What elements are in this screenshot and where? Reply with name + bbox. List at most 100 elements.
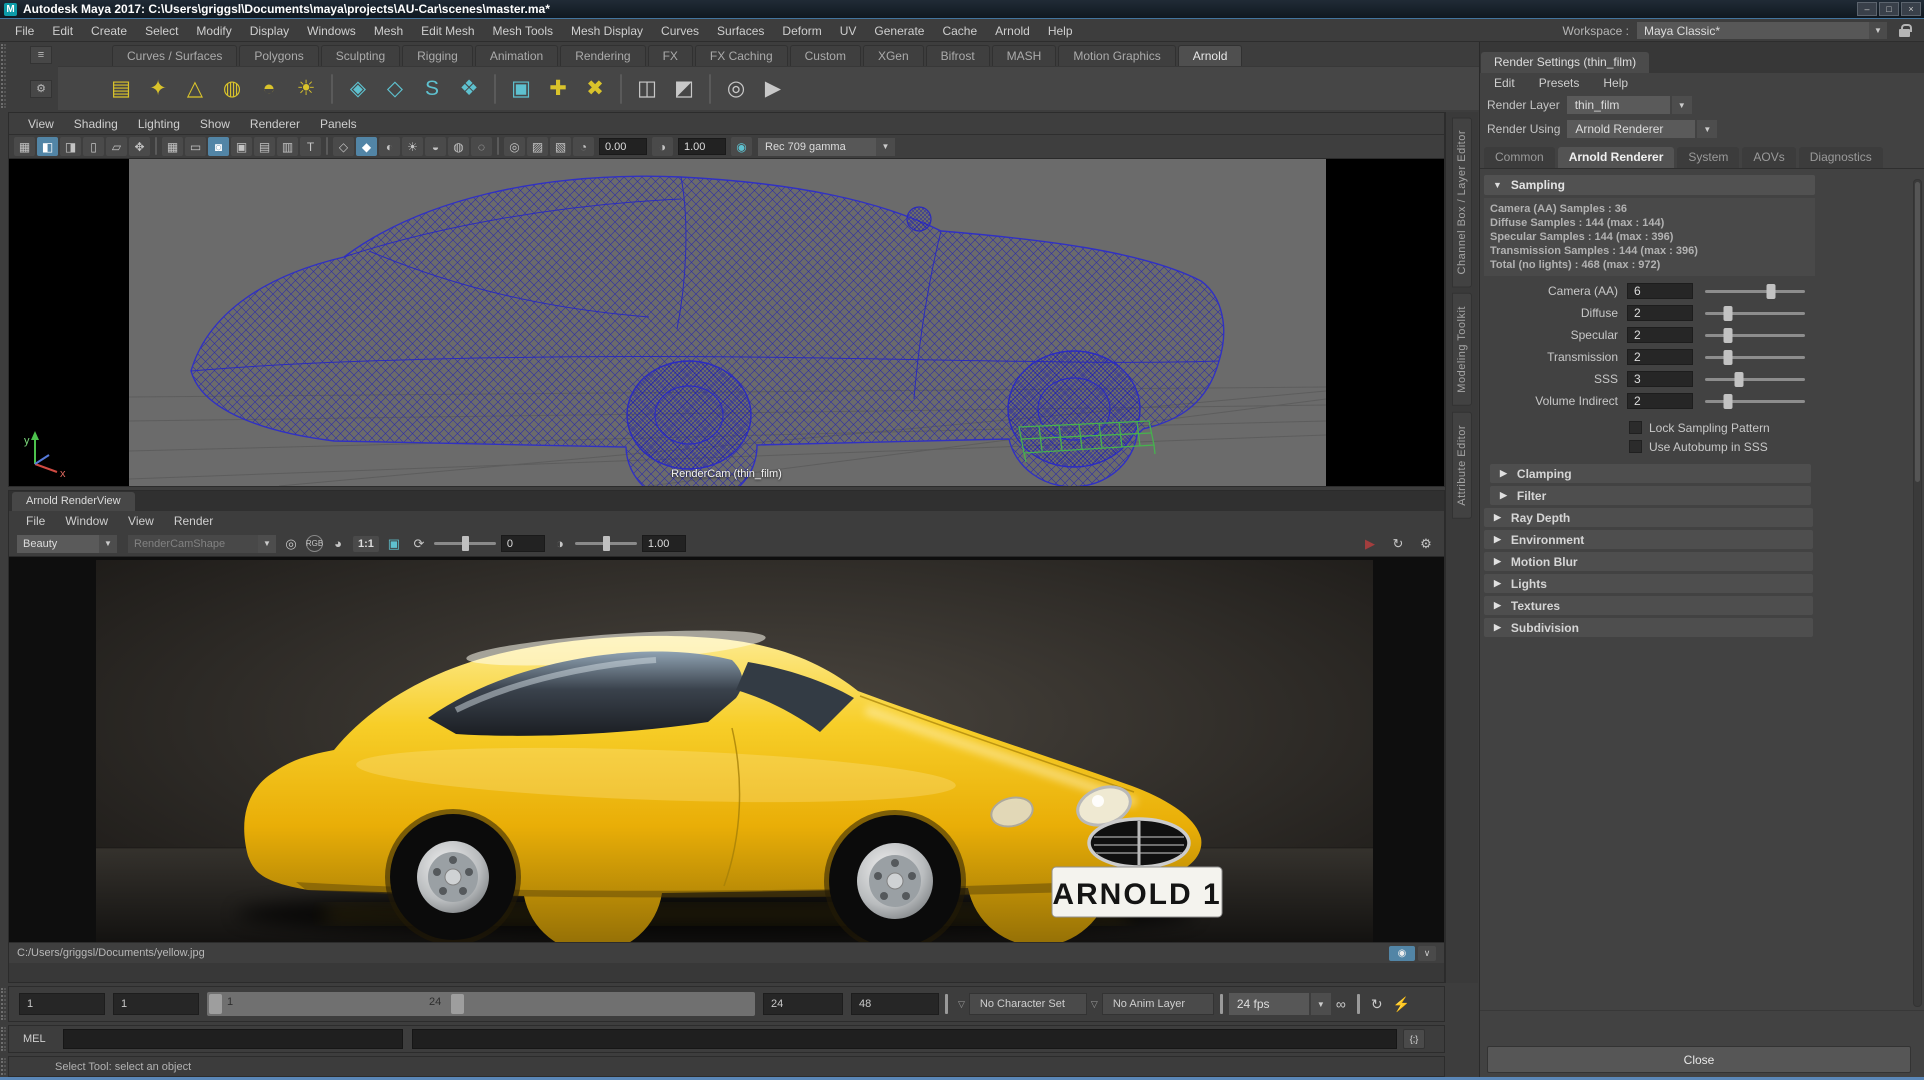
exposure-icon[interactable]: ◔ (573, 137, 594, 156)
bookmark-icon[interactable]: ▯ (83, 137, 104, 156)
shelf-tab[interactable]: Custom (789, 45, 861, 66)
render-settings-menu-item[interactable]: Presets (1529, 76, 1590, 90)
mel-toggle-button[interactable]: MEL (23, 1033, 63, 1045)
lights-icon[interactable]: ☀ (402, 137, 423, 156)
playback-speed-handle[interactable] (945, 994, 948, 1014)
anim-layer-selector[interactable]: No Anim Layer (1101, 993, 1214, 1015)
snapshot-icon[interactable]: ◎ (281, 534, 301, 553)
safe-title-icon[interactable]: T (300, 137, 321, 156)
safe-action-icon[interactable]: ▥ (277, 137, 298, 156)
menu-item[interactable]: Arnold (986, 24, 1039, 38)
collapsed-section-header[interactable]: ▶ Ray Depth (1484, 508, 1813, 527)
slider-value-field[interactable]: 2 (1627, 393, 1693, 409)
viewport-menu-item[interactable]: Panels (311, 117, 366, 131)
ambient-occlusion-icon[interactable]: ◍ (448, 137, 469, 156)
skydome-light-icon[interactable]: ◍ (215, 72, 249, 106)
shaded-icon[interactable]: ◆ (356, 137, 377, 156)
mesh-light-icon[interactable]: ◓ (252, 72, 286, 106)
shelf-tab[interactable]: Sculpting (320, 45, 401, 66)
standin-icon[interactable]: ◇ (378, 72, 412, 106)
viewport-gamma-field[interactable]: 1.00 (678, 138, 726, 155)
slider-thumb[interactable] (1723, 327, 1733, 343)
menu-item[interactable]: Curves (652, 24, 708, 38)
area-light-icon[interactable]: ▤ (104, 72, 138, 106)
chevron-down-icon[interactable]: ▼ (258, 534, 276, 553)
slider-track[interactable] (1705, 305, 1805, 321)
shelf-menu-button[interactable]: ≡ (30, 46, 52, 64)
slider-track[interactable] (1705, 327, 1805, 343)
point-light-icon[interactable]: ✦ (141, 72, 175, 106)
mel-output-field[interactable] (412, 1029, 1397, 1049)
viewport-menu-item[interactable]: Lighting (129, 117, 189, 131)
shelf-tab[interactable]: Bifrost (925, 45, 990, 66)
renderview-menu-item[interactable]: File (17, 514, 54, 528)
viewport-canvas[interactable]: y x RenderCam (thin_film) (9, 159, 1444, 486)
spot-light-icon[interactable]: △ (178, 72, 212, 106)
gamma-icon[interactable]: ◑ (652, 137, 673, 156)
menu-item[interactable]: Edit Mesh (412, 24, 483, 38)
isolate-select-icon[interactable]: ◎ (504, 137, 525, 156)
menu-item[interactable]: Cache (933, 24, 986, 38)
collapsed-section-header[interactable]: ▶ Textures (1484, 596, 1813, 615)
animation-end-field[interactable]: 48 (851, 993, 939, 1015)
start-ipr-icon[interactable]: ▶ (1360, 534, 1380, 553)
shelf-drag-handle[interactable] (1, 44, 6, 108)
chevron-down-icon[interactable]: ▼ (876, 137, 895, 156)
timeline-drag-handle[interactable] (1, 988, 6, 1020)
menu-item[interactable]: Mesh Tools (484, 24, 562, 38)
slider-thumb[interactable] (1723, 349, 1733, 365)
minimize-button[interactable]: – (1857, 2, 1877, 16)
shelf-tab[interactable]: Animation (474, 45, 559, 66)
flush-cache-icon[interactable]: ✖ (578, 72, 612, 106)
title-bar[interactable]: M Autodesk Maya 2017: C:\Users\griggsl\D… (0, 0, 1924, 19)
renderview-exposure-field[interactable]: 0 (500, 535, 545, 552)
mel-input-field[interactable] (63, 1029, 403, 1049)
menu-item[interactable]: Help (1039, 24, 1082, 38)
textured-icon[interactable]: ◐ (379, 137, 400, 156)
rgb-channels-icon[interactable]: RGB (306, 535, 323, 552)
animation-preferences-icon[interactable]: ⚡ (1393, 996, 1410, 1013)
shelf-tab[interactable]: FX (647, 45, 693, 66)
physical-sky-icon[interactable]: ☀ (289, 72, 323, 106)
playback-end-field[interactable]: 24 (763, 993, 843, 1015)
refresh-render-icon[interactable]: ⟳ (409, 534, 429, 553)
menu-item[interactable]: Generate (865, 24, 933, 38)
shelf-tab[interactable]: FX Caching (694, 45, 788, 66)
slider-thumb[interactable] (1766, 283, 1776, 299)
camera-dropdown[interactable]: RenderCamShape ▼ (128, 534, 276, 553)
viewport-menu-item[interactable]: Show (191, 117, 239, 131)
character-set-selector[interactable]: No Character Set (968, 993, 1087, 1015)
menu-item[interactable]: Create (82, 24, 136, 38)
chevron-down-icon[interactable]: ▽ (958, 999, 965, 1010)
shelf-tab[interactable]: Curves / Surfaces (112, 45, 238, 66)
chevron-down-icon[interactable]: ▼ (99, 534, 117, 553)
wireframe-icon[interactable]: ◇ (333, 137, 354, 156)
curve-collector-icon[interactable]: S (415, 72, 449, 106)
renderview-tab[interactable]: Arnold RenderView (12, 492, 135, 511)
collapsed-section-header[interactable]: ▶ Filter (1490, 486, 1811, 505)
range-start-handle[interactable] (209, 994, 222, 1014)
exposure-slider[interactable] (433, 536, 496, 551)
chevron-down-icon[interactable]: ▼ (1697, 120, 1718, 138)
chevron-down-icon[interactable]: ▼ (1869, 22, 1887, 39)
script-editor-icon[interactable]: {;} (1403, 1029, 1425, 1049)
xray-icon[interactable]: ▨ (527, 137, 548, 156)
plugin-shapes-icon[interactable]: ▧ (550, 137, 571, 156)
render-settings-menu-item[interactable]: Edit (1484, 76, 1525, 90)
slider-thumb[interactable] (1723, 305, 1733, 321)
image-plane-icon[interactable]: ▱ (106, 137, 127, 156)
renderview-settings-gear-icon[interactable]: ⚙ (1416, 534, 1436, 553)
grid-icon[interactable]: ▦ (162, 137, 183, 156)
auto-key-clock-icon[interactable]: ↻ (1371, 996, 1383, 1013)
range-end-handle[interactable] (451, 994, 464, 1014)
standin-create-icon[interactable]: ◈ (341, 72, 375, 106)
slider-value-field[interactable]: 3 (1627, 371, 1693, 387)
render-sequence-icon[interactable]: ▶ (756, 72, 790, 106)
shelf-tab[interactable]: Rendering (560, 45, 646, 66)
menu-item[interactable]: Surfaces (708, 24, 773, 38)
lock-camera-icon[interactable]: ◧ (37, 137, 58, 156)
collapsed-section-header[interactable]: ▶ Motion Blur (1484, 552, 1813, 571)
gamma-slider-thumb[interactable] (602, 536, 610, 551)
rendered-image[interactable]: ARNOLD 1 (96, 560, 1373, 960)
arnold-renderview-icon[interactable]: ◎ (719, 72, 753, 106)
